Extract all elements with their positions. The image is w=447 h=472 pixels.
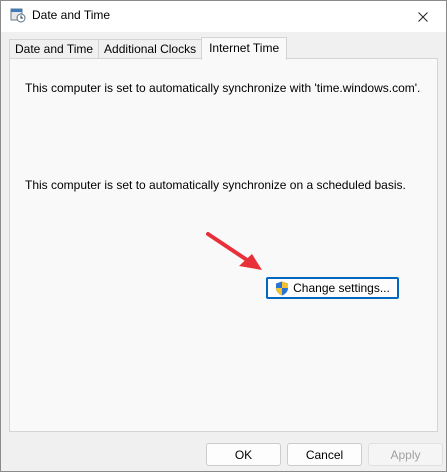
date-time-dialog: Date and Time Date and Time Additional C… <box>0 0 447 472</box>
close-button[interactable] <box>400 1 446 32</box>
cancel-button[interactable]: Cancel <box>287 443 362 466</box>
tab-date-and-time[interactable]: Date and Time <box>9 39 100 59</box>
uac-shield-icon <box>276 281 289 295</box>
title-bar: Date and Time <box>1 1 446 32</box>
clock-calendar-icon <box>10 8 26 23</box>
close-icon <box>418 11 428 22</box>
change-settings-label: Change settings... <box>293 281 390 295</box>
annotation-arrow <box>206 232 262 270</box>
window-title: Date and Time <box>32 8 111 22</box>
ok-button[interactable]: OK <box>206 443 281 466</box>
sync-server-text: This computer is set to automatically sy… <box>25 81 421 95</box>
change-settings-button[interactable]: Change settings... <box>266 277 399 299</box>
tab-additional-clocks[interactable]: Additional Clocks <box>98 39 203 59</box>
apply-button[interactable]: Apply <box>368 443 443 466</box>
internet-time-panel: This computer is set to automatically sy… <box>9 58 438 432</box>
tab-strip: Date and Time Additional Clocks Internet… <box>9 37 288 60</box>
sync-schedule-text: This computer is set to automatically sy… <box>25 178 406 192</box>
tab-internet-time[interactable]: Internet Time <box>201 37 288 60</box>
